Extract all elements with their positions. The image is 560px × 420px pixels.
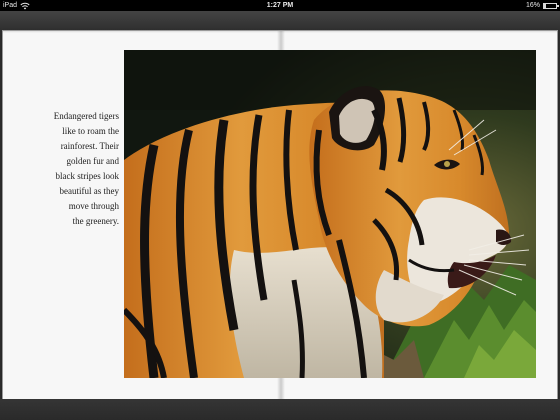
battery-level-fill: [544, 3, 546, 8]
book-toolbar-strip[interactable]: [0, 11, 560, 31]
status-right: 16%: [525, 0, 559, 11]
status-bar: iPad 1:27 PM 16%: [0, 0, 560, 11]
book-spread[interactable]: Endangered tigers like to roam the rainf…: [3, 31, 557, 399]
status-time: 1:27 PM: [266, 2, 294, 9]
book-bottom-strip: [0, 399, 560, 420]
page-caption: Endangered tigers like to roam the rainf…: [53, 111, 119, 226]
battery-percent: 16%: [525, 2, 540, 9]
ibooks-screen: iPad 1:27 PM 16% Endangered tigers like …: [0, 0, 560, 420]
battery-icon: [543, 2, 559, 9]
tiger-photo: [124, 50, 536, 378]
